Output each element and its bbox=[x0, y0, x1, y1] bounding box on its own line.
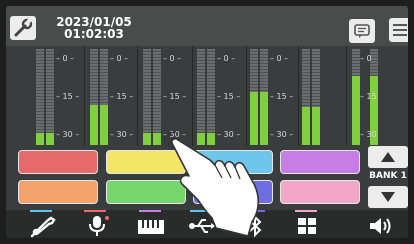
pad-1[interactable] bbox=[18, 150, 98, 174]
meter-fill bbox=[90, 104, 98, 145]
bank-label: BANK 1 bbox=[369, 171, 407, 181]
meter-fill bbox=[36, 133, 44, 145]
scale-0: – 0 – bbox=[217, 54, 236, 63]
scale-15: – 15 – bbox=[217, 92, 241, 101]
tapping-hand-icon bbox=[156, 124, 276, 238]
meter-fill bbox=[302, 106, 310, 145]
scale-0: – 0 – bbox=[270, 54, 289, 63]
wrench-icon[interactable] bbox=[10, 16, 36, 40]
pad-grid-icon[interactable] bbox=[292, 214, 322, 238]
tab-accent bbox=[30, 210, 52, 212]
scale-15: – 15 – bbox=[110, 92, 134, 101]
scale-0: – 0 – bbox=[163, 54, 182, 63]
meter-fill bbox=[352, 75, 360, 145]
meter-divider bbox=[137, 46, 138, 146]
menu-line bbox=[393, 24, 407, 26]
scale-30: – 30 – bbox=[56, 130, 80, 139]
meter-bar-left bbox=[36, 49, 44, 145]
hamburger-icon[interactable] bbox=[389, 18, 408, 42]
meter-fill bbox=[46, 133, 54, 145]
scale-15: – 15 – bbox=[270, 92, 294, 101]
tab-accent bbox=[84, 210, 106, 212]
meter-bar-right bbox=[312, 49, 320, 145]
speaker-icon[interactable] bbox=[366, 214, 396, 238]
date-time-display: 2023/01/05 01:02:03 bbox=[52, 16, 136, 40]
meter-divider bbox=[84, 46, 85, 146]
pad-4[interactable] bbox=[280, 150, 360, 174]
down-arrow-icon[interactable] bbox=[368, 186, 408, 208]
menu-line bbox=[393, 34, 407, 36]
meter-fill bbox=[143, 133, 151, 145]
meter-bar-left bbox=[90, 49, 98, 145]
meter-divider bbox=[298, 46, 299, 146]
menu-line bbox=[393, 29, 407, 31]
chat-icon[interactable] bbox=[349, 19, 375, 43]
scale-30: – 30 bbox=[360, 130, 377, 139]
scale-15: – 15 – bbox=[56, 92, 80, 101]
meter-bar-left bbox=[143, 49, 151, 145]
microphone-icon[interactable] bbox=[82, 214, 112, 238]
pad-8[interactable] bbox=[280, 180, 360, 204]
scale-15: – 15 – bbox=[163, 92, 187, 101]
pad-5[interactable] bbox=[18, 180, 98, 204]
meter-channel-2: – 0 – – 15 – – 30 – bbox=[90, 49, 134, 145]
meter-fill bbox=[312, 106, 320, 145]
meter-channel-1: – 0 – – 15 – – 30 – bbox=[36, 49, 80, 145]
meter-bar-right bbox=[100, 49, 108, 145]
meter-bar-left bbox=[302, 49, 310, 145]
meter-master: – 0 – 15 – 30 bbox=[352, 49, 394, 145]
meter-fill bbox=[100, 104, 108, 145]
meter-divider bbox=[346, 46, 347, 146]
meter-bar-right bbox=[46, 49, 54, 145]
up-arrow-icon[interactable] bbox=[368, 146, 408, 168]
header-bar: 2023/01/05 01:02:03 bbox=[6, 6, 408, 46]
scale-0: – 0 – bbox=[56, 54, 75, 63]
meter-bar-left bbox=[352, 49, 360, 145]
meter-channel-6 bbox=[302, 49, 344, 145]
mixer-screen: 2023/01/05 01:02:03 – 0 – – 15 – – 30 – bbox=[6, 6, 408, 238]
scale-15: – 15 bbox=[360, 92, 377, 101]
scale-30: – 30 – bbox=[110, 130, 134, 139]
scale-0: – 0 bbox=[360, 54, 372, 63]
tab-accent bbox=[295, 210, 317, 212]
time-text: 01:02:03 bbox=[64, 27, 124, 41]
scale-0: – 0 – bbox=[110, 54, 129, 63]
guitar-icon[interactable] bbox=[28, 214, 58, 238]
bank-selector: BANK 1 bbox=[368, 146, 408, 208]
